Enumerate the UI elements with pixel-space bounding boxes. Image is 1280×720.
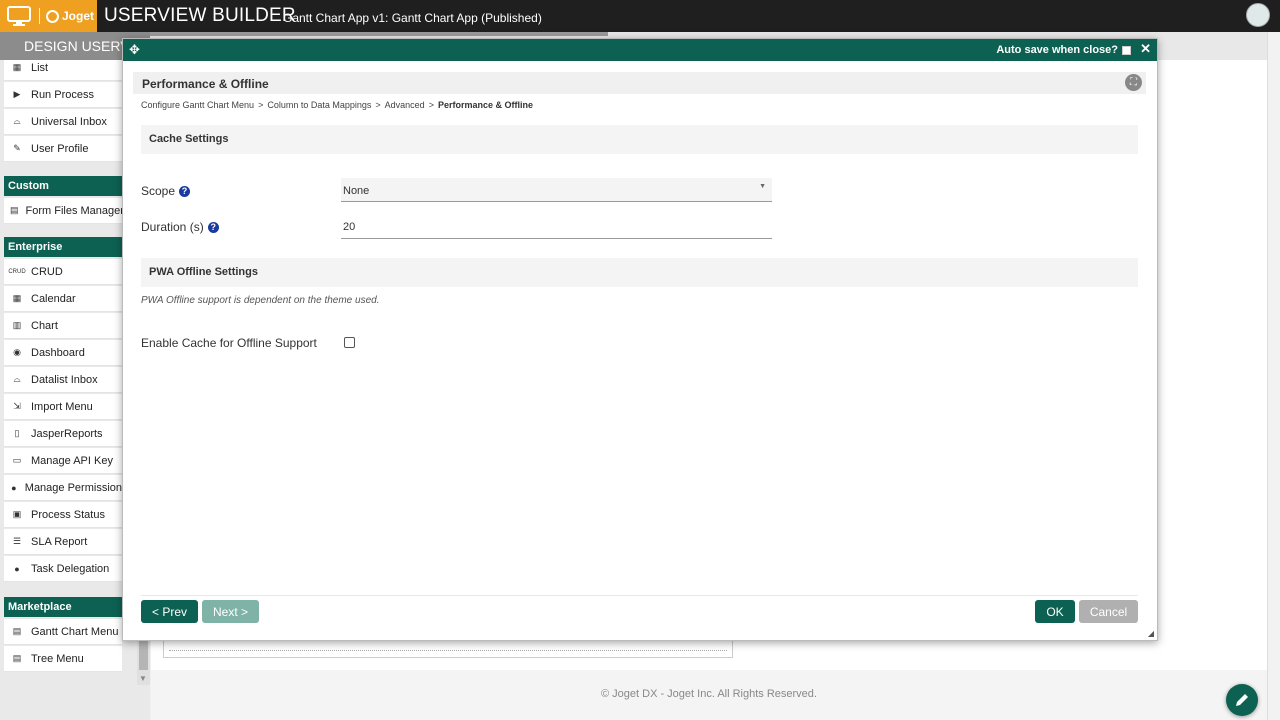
resize-handle-icon[interactable]: ◢ [1148, 629, 1154, 638]
chart-icon: ▥ [12, 320, 22, 330]
palette-item-dashboard[interactable]: ◉ Dashboard [4, 340, 122, 366]
page-footer: © Joget DX - Joget Inc. All Rights Reser… [151, 670, 1267, 720]
page-scrollbar[interactable] [1267, 32, 1280, 720]
duration-value: 20 [343, 221, 356, 233]
plugin-icon: ▤ [10, 205, 19, 215]
prev-button[interactable]: < Prev [141, 600, 198, 623]
section-pwa-offline-settings: PWA Offline Settings [141, 258, 1138, 287]
scope-label: Scope ? [141, 184, 191, 198]
palette-item-manage-permission[interactable]: ● Manage Permission [4, 475, 122, 501]
breadcrumb-item[interactable]: Column to Data Mappings [267, 100, 371, 110]
user-task-icon: ● [14, 563, 20, 574]
offline-cache-label: Enable Cache for Offline Support [141, 336, 317, 350]
palette-scroll-thumb[interactable] [139, 640, 148, 670]
users-icon: ● [11, 482, 17, 493]
palette-item-task-delegation[interactable]: ● Task Delegation [4, 556, 122, 582]
chevron-down-icon: ▼ [759, 183, 766, 190]
app-subtitle: Gantt Chart App v1: Gantt Chart App (Pub… [283, 11, 542, 25]
user-edit-icon: ✎ [13, 143, 21, 153]
status-icon: ▣ [12, 509, 22, 519]
dialog-footer-divider [141, 595, 1138, 596]
edit-button[interactable] [1226, 684, 1258, 716]
dashboard-icon: ◉ [13, 347, 21, 357]
next-button[interactable]: Next > [202, 600, 259, 623]
palette-item-tree-menu[interactable]: ▤ Tree Menu [4, 646, 122, 672]
plugin-icon: ▤ [12, 653, 22, 663]
properties-dialog: ✥ Auto save when close? ✕ Performance & … [122, 38, 1158, 641]
palette-item-calendar[interactable]: ▦ Calendar [4, 286, 122, 312]
fullscreen-icon[interactable]: ⛶ [1125, 74, 1142, 91]
autosave-toggle[interactable]: Auto save when close? [996, 44, 1131, 56]
inbox-icon: ⌓ [13, 374, 21, 384]
monitor-icon [7, 6, 31, 26]
palette-item-jasperreports[interactable]: ▯ JasperReports [4, 421, 122, 447]
offline-cache-checkbox[interactable] [344, 337, 355, 348]
logo[interactable]: Joget [0, 0, 97, 32]
table-icon: ▦ [12, 62, 22, 72]
palette-heading-marketplace: Marketplace [4, 597, 122, 617]
desktop-icon: ▭ [12, 455, 22, 465]
list-icon: ☰ [12, 536, 22, 546]
breadcrumb-item[interactable]: Advanced [385, 100, 425, 110]
scroll-down-icon[interactable]: ▼ [139, 674, 147, 683]
user-avatar[interactable] [1246, 3, 1270, 27]
scope-select[interactable]: None ▼ [341, 178, 772, 202]
top-bar: Joget USERVIEW BUILDER Gantt Chart App v… [0, 0, 1280, 32]
calendar-icon: ▦ [12, 293, 22, 303]
section-title: PWA Offline Settings [149, 266, 258, 278]
palette-item-datalist-inbox[interactable]: ⌓ Datalist Inbox [4, 367, 122, 393]
joget-logo: Joget [46, 9, 94, 23]
report-icon: ▯ [14, 428, 20, 438]
play-icon: ▶ [13, 89, 21, 99]
ok-button[interactable]: OK [1035, 600, 1075, 623]
palette-item-universal-inbox[interactable]: ⌓ Universal Inbox [4, 109, 122, 135]
palette-item-sla-report[interactable]: ☰ SLA Report [4, 529, 122, 555]
close-icon[interactable]: ✕ [1140, 41, 1151, 57]
pencil-icon [1236, 694, 1248, 706]
logo-text: Joget [62, 9, 95, 23]
panel-title: Performance & Offline [142, 77, 269, 91]
breadcrumb: Configure Gantt Chart Menu > Column to Dat… [141, 100, 533, 110]
pwa-note: PWA Offline support is dependent on the … [141, 295, 380, 306]
palette-item-chart[interactable]: ▥ Chart [4, 313, 122, 339]
palette-item-manage-api-key[interactable]: ▭ Manage API Key [4, 448, 122, 474]
crud-icon: CRUD [8, 268, 26, 275]
palette-item-list[interactable]: ▦ List [4, 60, 122, 81]
palette-heading-enterprise: Enterprise [4, 237, 122, 257]
import-icon: ⇲ [13, 401, 21, 411]
joget-mark-icon [46, 9, 59, 23]
autosave-label: Auto save when close? [996, 44, 1118, 56]
inbox-icon: ⌓ [13, 116, 21, 126]
palette-item-form-files-manager[interactable]: ▤ Form Files Manager [4, 198, 124, 224]
palette-item-crud[interactable]: CRUD CRUD [4, 259, 122, 285]
move-icon[interactable]: ✥ [129, 42, 140, 58]
plugin-icon: ▤ [12, 626, 22, 636]
panel-header: Performance & Offline ⛶ [133, 72, 1146, 94]
canvas-drop-zone [169, 650, 727, 651]
builder-title: USERVIEW BUILDER [104, 5, 296, 26]
tab-strip [150, 32, 608, 36]
breadcrumb-current: Performance & Offline [437, 100, 533, 110]
copyright-text: © Joget DX - Joget Inc. All Rights Reser… [601, 688, 817, 700]
autosave-checkbox[interactable] [1122, 45, 1131, 55]
duration-label: Duration (s) ? [141, 220, 219, 234]
palette-item-import-menu[interactable]: ⇲ Import Menu [4, 394, 122, 420]
palette-item-gantt-chart-menu[interactable]: ▤ Gantt Chart Menu [4, 619, 122, 645]
dialog-title-bar[interactable]: ✥ Auto save when close? ✕ [123, 39, 1157, 61]
palette-heading-custom: Custom [4, 176, 122, 196]
palette-item-run-process[interactable]: ▶ Run Process [4, 82, 122, 108]
canvas-menu-box[interactable] [163, 640, 733, 658]
duration-input[interactable]: 20 [341, 215, 772, 239]
cancel-button[interactable]: Cancel [1079, 600, 1138, 623]
palette-item-process-status[interactable]: ▣ Process Status [4, 502, 122, 528]
help-icon[interactable]: ? [179, 185, 191, 197]
section-title: Cache Settings [149, 133, 229, 145]
help-icon[interactable]: ? [207, 221, 219, 233]
breadcrumb-item[interactable]: Configure Gantt Chart Menu [141, 100, 254, 110]
scope-selected-value: None [343, 185, 370, 197]
section-cache-settings: Cache Settings [141, 125, 1138, 154]
logo-divider [39, 8, 40, 24]
palette-item-user-profile[interactable]: ✎ User Profile [4, 136, 122, 162]
